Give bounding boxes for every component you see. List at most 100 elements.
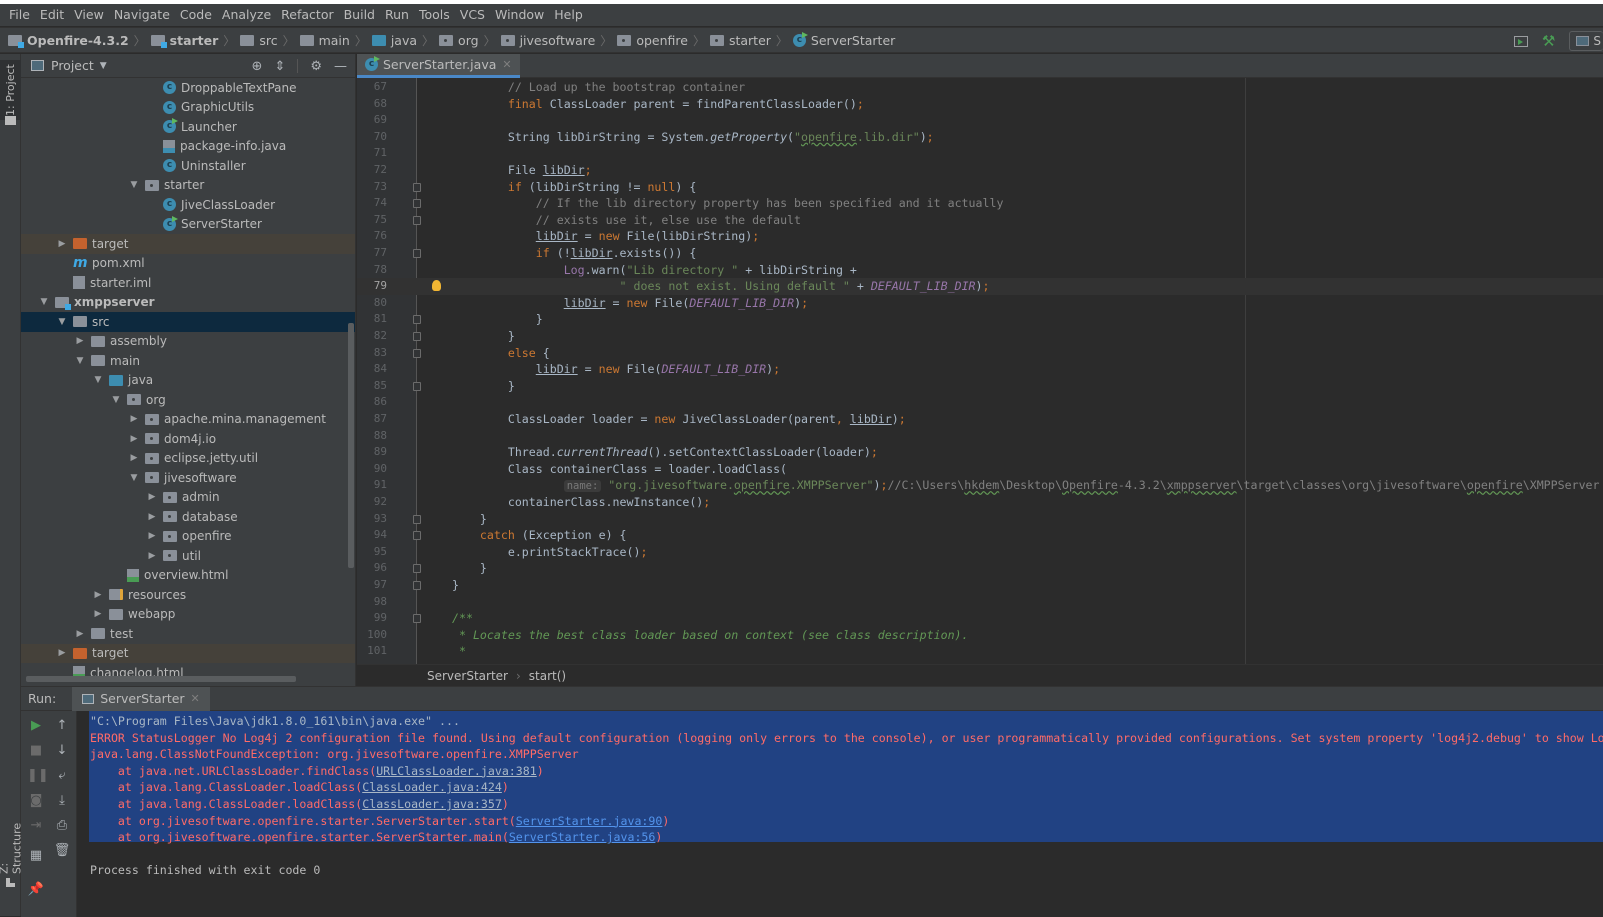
breadcrumb-openfire[interactable]: openfire 〉 (617, 32, 710, 49)
tree-item-apache-mina-management[interactable]: ▶ apache.mina.management (21, 410, 355, 430)
menu-item-window[interactable]: Window (490, 4, 549, 26)
tree-item-admin[interactable]: ▶ admin (21, 488, 355, 508)
tree-item-serverstarter[interactable]: c ServerStarter (21, 215, 355, 235)
collapse-all-icon[interactable]: ⇕ (274, 59, 285, 74)
expanded-arrow-icon[interactable]: ▼ (127, 180, 141, 190)
structure-tool-tab[interactable]: Z: Structure (0, 814, 24, 874)
build-hammer-icon[interactable]: ⚒ (1542, 32, 1555, 50)
tree-item-openfire[interactable]: ▶ openfire (21, 527, 355, 547)
print-icon[interactable]: ⎙ (53, 817, 71, 835)
fold-marker-icon[interactable] (413, 348, 421, 358)
tree-item-jiveclassloader[interactable]: c JiveClassLoader (21, 195, 355, 215)
tree-item-starter[interactable]: ▼ starter (21, 176, 355, 196)
fold-marker-icon[interactable] (413, 215, 421, 225)
expanded-arrow-icon[interactable]: ▼ (37, 297, 51, 307)
up-arrow-icon[interactable]: ↑ (53, 717, 71, 735)
expanded-arrow-icon[interactable]: ▼ (55, 317, 69, 327)
collapsed-arrow-icon[interactable]: ▶ (127, 414, 141, 424)
intention-bulb-icon[interactable] (432, 280, 441, 292)
login-icon[interactable]: ⇥ (27, 817, 45, 835)
fold-marker-icon[interactable] (413, 381, 421, 391)
hide-panel-icon[interactable]: — (334, 59, 347, 74)
tree-item-uninstaller[interactable]: c Uninstaller (21, 156, 355, 176)
tree-item-src[interactable]: ▼ src (21, 312, 355, 332)
tree-item-java[interactable]: ▼ java (21, 371, 355, 391)
console-output[interactable]: "C:\Program Files\Java\jdk1.8.0_161\bin\… (89, 711, 1603, 917)
collapsed-arrow-icon[interactable]: ▶ (55, 239, 69, 249)
run-config-selector[interactable]: S (1569, 31, 1603, 51)
breadcrumb-openfire-4-3-2[interactable]: Openfire-4.3.2 〉 (8, 32, 151, 49)
tree-item-resources[interactable]: ▶ resources (21, 585, 355, 605)
tree-item-database[interactable]: ▶ database (21, 507, 355, 527)
fold-marker-icon[interactable] (413, 581, 421, 590)
tree-item-starter-iml[interactable]: starter.iml (21, 273, 355, 293)
menu-item-refactor[interactable]: Refactor (276, 4, 338, 26)
menu-item-tools[interactable]: Tools (414, 4, 455, 26)
breadcrumb-method[interactable]: start() (529, 669, 566, 683)
rerun-icon[interactable]: ▶ (27, 717, 45, 735)
tree-item-overview-html[interactable]: overview.html (21, 566, 355, 586)
project-view-selector[interactable]: Project ▼ (31, 58, 107, 73)
tab-serverstarter-java[interactable]: c ServerStarter.java ✕ (357, 54, 520, 78)
tree-item-dom4j-io[interactable]: ▶ dom4j.io (21, 429, 355, 449)
expanded-arrow-icon[interactable]: ▼ (109, 395, 123, 405)
gear-icon[interactable]: ⚙ (310, 59, 322, 74)
collapsed-arrow-icon[interactable]: ▶ (91, 609, 105, 619)
tree-item-org[interactable]: ▼ org (21, 390, 355, 410)
collapsed-arrow-icon[interactable]: ▶ (145, 551, 159, 561)
scroll-to-end-icon[interactable]: ⤓ (53, 792, 71, 810)
menu-item-view[interactable]: View (69, 4, 109, 26)
menu-item-vcs[interactable]: VCS (455, 4, 490, 26)
fold-marker-icon[interactable] (413, 531, 421, 541)
stop-icon[interactable]: ■ (27, 742, 45, 760)
menu-item-navigate[interactable]: Navigate (109, 4, 175, 26)
run-tab-serverstarter[interactable]: ServerStarter ✕ (72, 686, 210, 711)
trash-icon[interactable]: 🗑 (53, 842, 71, 860)
menu-item-edit[interactable]: Edit (35, 4, 69, 26)
layout-icon[interactable]: ▦ (27, 847, 45, 865)
menu-item-analyze[interactable]: Analyze (217, 4, 276, 26)
project-tool-tab[interactable]: 1: Project (0, 60, 21, 120)
collapsed-arrow-icon[interactable]: ▶ (145, 492, 159, 502)
fold-marker-icon[interactable] (413, 564, 421, 574)
tree-item-assembly[interactable]: ▶ assembly (21, 332, 355, 352)
stack-frame-link[interactable]: URLClassLoader.java:381 (376, 764, 537, 778)
fold-marker-icon[interactable] (413, 199, 421, 209)
run-configuration-icon[interactable] (1513, 35, 1528, 47)
tree-item-launcher[interactable]: c Launcher (21, 117, 355, 137)
breadcrumb-java[interactable]: java 〉 (371, 32, 439, 49)
tree-item-graphicutils[interactable]: c GraphicUtils (21, 98, 355, 118)
breadcrumb-serverstarter[interactable]: c ServerStarter (792, 31, 895, 48)
tree-item-xmppserver[interactable]: ▼ xmppserver (21, 293, 355, 313)
close-run-tab-icon[interactable]: ✕ (191, 692, 200, 705)
stack-frame-link[interactable]: ServerStarter.java:56 (509, 830, 656, 844)
breadcrumb-src[interactable]: src 〉 (240, 32, 299, 49)
menu-item-run[interactable]: Run (380, 4, 414, 26)
collapsed-arrow-icon[interactable]: ▶ (145, 512, 159, 522)
breadcrumb-org[interactable]: org 〉 (439, 32, 501, 49)
collapsed-arrow-icon[interactable]: ▶ (127, 434, 141, 444)
expanded-arrow-icon[interactable]: ▼ (91, 375, 105, 385)
tree-item-package-info-java[interactable]: package-info.java (21, 137, 355, 157)
tree-item-droppabletextpane[interactable]: c DroppableTextPane (21, 78, 355, 98)
tree-item-webapp[interactable]: ▶ webapp (21, 605, 355, 625)
pin-icon[interactable]: 📌 (27, 881, 45, 899)
menu-item-help[interactable]: Help (549, 4, 588, 26)
pause-icon[interactable]: ❚❚ (27, 767, 49, 785)
collapsed-arrow-icon[interactable]: ▶ (91, 590, 105, 600)
stack-frame-link[interactable]: ServerStarter.java:90 (516, 814, 663, 828)
collapsed-arrow-icon[interactable]: ▶ (73, 336, 87, 346)
tree-item-pom-xml[interactable]: m pom.xml (21, 254, 355, 274)
breadcrumb-starter[interactable]: starter 〉 (709, 32, 793, 49)
expanded-arrow-icon[interactable]: ▼ (127, 473, 141, 483)
stack-frame-link[interactable]: ClassLoader.java:424 (362, 780, 502, 794)
tree-item-util[interactable]: ▶ util (21, 546, 355, 566)
camera-icon[interactable]: ◙ (27, 792, 45, 810)
soft-wrap-icon[interactable]: ⤶ (53, 767, 71, 785)
breadcrumb-main[interactable]: main 〉 (299, 32, 372, 49)
menu-item-code[interactable]: Code (175, 4, 217, 26)
stack-frame-link[interactable]: ClassLoader.java:357 (362, 797, 502, 811)
menu-item-file[interactable]: File (4, 4, 35, 26)
close-tab-icon[interactable]: ✕ (502, 58, 511, 71)
tree-item-test[interactable]: ▶ test (21, 624, 355, 644)
